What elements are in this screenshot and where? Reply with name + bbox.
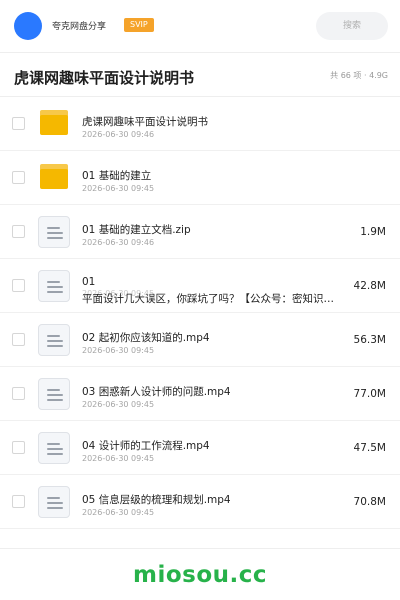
select-checkbox[interactable] <box>12 495 25 508</box>
footer-divider <box>0 548 400 549</box>
item-name: 01 基础的建立文档.zip <box>82 224 191 236</box>
item-date: 2026-06-30 09:45 <box>82 184 155 193</box>
item-size: 70.8M <box>353 496 386 508</box>
folder-icon <box>38 108 70 140</box>
select-checkbox[interactable] <box>12 441 25 454</box>
file-icon <box>38 270 70 302</box>
page-title: 虎课网趣味平面设计说明书 <box>14 69 195 87</box>
item-size: 77.0M <box>353 388 386 400</box>
share-username: 夸克网盘分享 <box>52 22 107 32</box>
item-size: 56.3M <box>353 334 386 346</box>
avatar[interactable] <box>14 12 42 40</box>
header-bar: 夸克网盘分享 SVIP <box>0 0 400 52</box>
item-date: 2026-06-30 09:45 <box>82 508 155 517</box>
item-name: 01 基础的建立 <box>82 170 152 182</box>
select-checkbox[interactable] <box>12 171 25 184</box>
item-name: 01 <box>82 276 96 288</box>
file-icon <box>38 216 70 248</box>
folder-icon <box>38 162 70 194</box>
list-item[interactable]: 01 2026-06-30 09:45 平面设计几大误区，你踩坑了吗？【公众号：… <box>0 259 400 313</box>
item-name: 02 起初你应该知道的.mp4 <box>82 332 210 344</box>
item-name: 04 设计师的工作流程.mp4 <box>82 440 210 452</box>
list-item[interactable]: 05 信息层级的梳理和规划.mp4 2026-06-30 09:45 70.8M <box>0 475 400 529</box>
file-icon <box>38 324 70 356</box>
list-item[interactable]: 02 起初你应该知道的.mp4 2026-06-30 09:45 56.3M <box>0 313 400 367</box>
svip-badge: SVIP <box>124 18 154 32</box>
file-icon <box>38 378 70 410</box>
file-icon <box>38 486 70 518</box>
search-input[interactable] <box>316 12 388 40</box>
select-checkbox[interactable] <box>12 279 25 292</box>
select-checkbox[interactable] <box>12 333 25 346</box>
select-checkbox[interactable] <box>12 225 25 238</box>
file-list: 虎课网趣味平面设计说明书 2026-06-30 09:46 01 基础的建立 2… <box>0 97 400 529</box>
item-date: 2026-06-30 09:45 <box>82 346 155 355</box>
item-size: 1.9M <box>360 226 386 238</box>
item-name-continued: 平面设计几大误区，你踩坑了吗？【公众号：密知识库】.mp4 <box>82 293 340 305</box>
item-date: 2026-06-30 09:46 <box>82 130 155 139</box>
select-checkbox[interactable] <box>12 387 25 400</box>
select-checkbox[interactable] <box>12 117 25 130</box>
item-name: 05 信息层级的梳理和规划.mp4 <box>82 494 231 506</box>
list-item[interactable]: 04 设计师的工作流程.mp4 2026-06-30 09:45 47.5M <box>0 421 400 475</box>
list-item[interactable]: 01 基础的建立文档.zip 2026-06-30 09:46 1.9M <box>0 205 400 259</box>
item-date: 2026-06-30 09:45 <box>82 454 155 463</box>
list-item[interactable]: 虎课网趣味平面设计说明书 2026-06-30 09:46 <box>0 97 400 151</box>
item-size: 47.5M <box>353 442 386 454</box>
watermark-logo: miosou.cc <box>132 562 268 588</box>
item-date: 2026-06-30 09:45 <box>82 400 155 409</box>
file-icon <box>38 432 70 464</box>
list-item[interactable]: 03 困惑新人设计师的问题.mp4 2026-06-30 09:45 77.0M <box>0 367 400 421</box>
item-date: 2026-06-30 09:46 <box>82 238 155 247</box>
list-item[interactable]: 01 基础的建立 2026-06-30 09:45 <box>0 151 400 205</box>
item-name: 虎课网趣味平面设计说明书 <box>82 116 208 128</box>
item-size: 42.8M <box>353 280 386 292</box>
item-name: 03 困惑新人设计师的问题.mp4 <box>82 386 231 398</box>
folder-meta: 共 66 项 · 4.9G <box>330 71 388 80</box>
folder-title-row: 虎课网趣味平面设计说明书 共 66 项 · 4.9G <box>0 53 400 97</box>
